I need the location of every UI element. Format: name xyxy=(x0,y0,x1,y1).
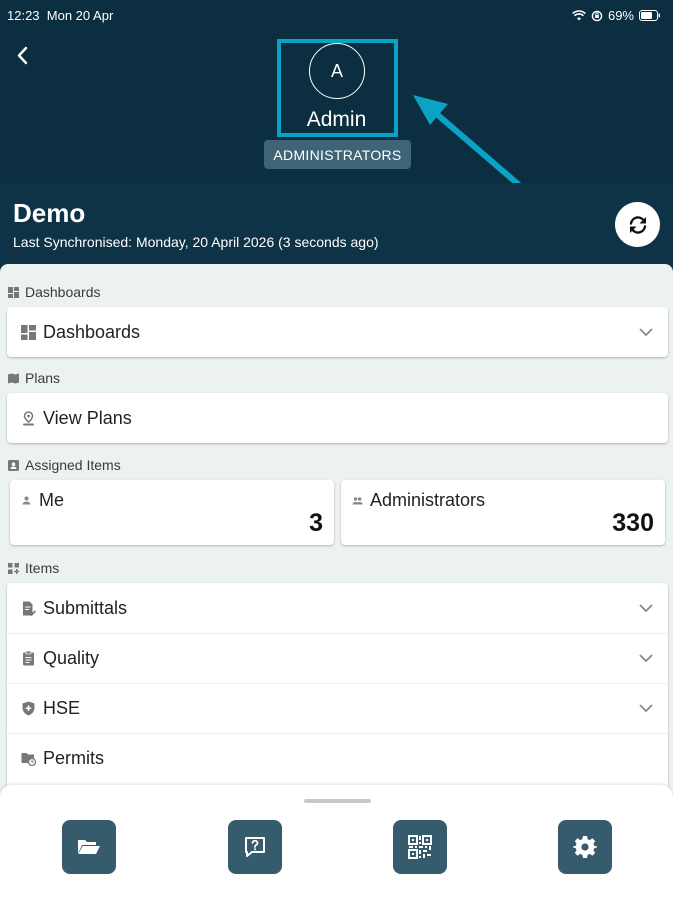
back-button[interactable] xyxy=(12,44,36,68)
item-permits[interactable]: Permits xyxy=(7,733,668,783)
assigned-group-card[interactable]: Administrators 330 xyxy=(341,480,665,545)
section-label-items: Items xyxy=(25,560,60,576)
chevron-left-icon xyxy=(17,46,28,65)
people-icon xyxy=(352,497,363,505)
shield-plus-icon xyxy=(22,701,35,715)
files-button[interactable] xyxy=(62,820,116,874)
role-badge[interactable]: ADMINISTRATORS xyxy=(264,140,411,169)
sync-button[interactable] xyxy=(615,202,660,247)
location-pin-icon xyxy=(23,410,34,425)
highlight-box xyxy=(277,39,398,137)
chevron-down-icon xyxy=(639,704,653,713)
qr-code-icon xyxy=(408,835,432,859)
status-bar: 12:23 Mon 20 Apr 69% xyxy=(7,8,661,26)
section-label-assigned: Assigned Items xyxy=(25,457,121,473)
assigned-me-count: 3 xyxy=(309,509,323,537)
dashboards-card: Dashboards xyxy=(7,307,668,357)
chevron-down-icon xyxy=(639,604,653,613)
battery-icon xyxy=(639,10,660,21)
chevron-down-icon xyxy=(639,654,653,663)
bottom-toolbar xyxy=(0,785,673,898)
chevron-down-icon xyxy=(639,328,653,337)
assigned-icon xyxy=(8,459,19,471)
section-items: Items xyxy=(8,560,59,576)
help-button[interactable] xyxy=(228,820,282,874)
settings-button[interactable] xyxy=(558,820,612,874)
item-label: Submittals xyxy=(43,597,128,618)
gear-icon xyxy=(573,836,597,858)
view-plans-item[interactable]: View Plans xyxy=(7,393,668,443)
status-time: 12:23 xyxy=(7,8,40,23)
assigned-me-card[interactable]: Me 3 xyxy=(10,480,334,545)
project-header: Demo Last Synchronised: Monday, 20 April… xyxy=(0,183,673,265)
items-card: Submittals Quality HSE Permits xyxy=(7,583,668,813)
dashboard-icon xyxy=(21,324,36,340)
dashboards-label: Dashboards xyxy=(43,321,141,342)
view-plans-label: View Plans xyxy=(43,407,132,428)
dashboard-icon xyxy=(8,286,19,298)
item-submittals[interactable]: Submittals xyxy=(7,583,668,633)
person-icon xyxy=(22,496,31,505)
section-dashboards: Dashboards xyxy=(8,284,101,300)
items-icon xyxy=(8,562,19,574)
project-name: Demo xyxy=(13,198,86,228)
section-plans: Plans xyxy=(8,370,60,386)
wifi-icon xyxy=(572,10,586,21)
assigned-me-label: Me xyxy=(39,490,65,510)
clipboard-icon xyxy=(23,650,34,665)
folder-icon xyxy=(78,840,100,854)
drag-handle[interactable] xyxy=(304,799,371,803)
status-date: Mon 20 Apr xyxy=(46,8,114,23)
assigned-group-count: 330 xyxy=(612,509,654,537)
battery-percent: 69% xyxy=(607,8,634,23)
sync-status: Last Synchronised: Monday, 20 April 2026… xyxy=(13,234,379,250)
document-check-icon xyxy=(23,601,36,616)
help-chat-icon xyxy=(245,837,265,857)
item-label: HSE xyxy=(43,697,81,718)
item-quality[interactable]: Quality xyxy=(7,633,668,683)
section-label-plans: Plans xyxy=(25,370,61,386)
section-assigned-items: Assigned Items xyxy=(8,457,121,473)
section-label-dashboards: Dashboards xyxy=(25,284,101,300)
item-hse[interactable]: HSE xyxy=(7,683,668,733)
qr-scan-button[interactable] xyxy=(393,820,447,874)
plans-card: View Plans xyxy=(7,393,668,443)
item-label: Permits xyxy=(43,747,105,768)
main-content: Dashboards Dashboards Plans View Plans A… xyxy=(0,264,673,813)
refresh-icon xyxy=(629,215,646,234)
orientation-lock-icon xyxy=(591,10,603,21)
dashboards-dropdown[interactable]: Dashboards xyxy=(7,307,668,357)
assigned-group-label: Administrators xyxy=(370,490,486,510)
folder-clock-icon xyxy=(21,752,36,766)
map-icon xyxy=(8,373,19,383)
item-label: Quality xyxy=(43,647,100,668)
app-header: 12:23 Mon 20 Apr 69% A Admin ADMINISTRAT… xyxy=(0,0,673,206)
